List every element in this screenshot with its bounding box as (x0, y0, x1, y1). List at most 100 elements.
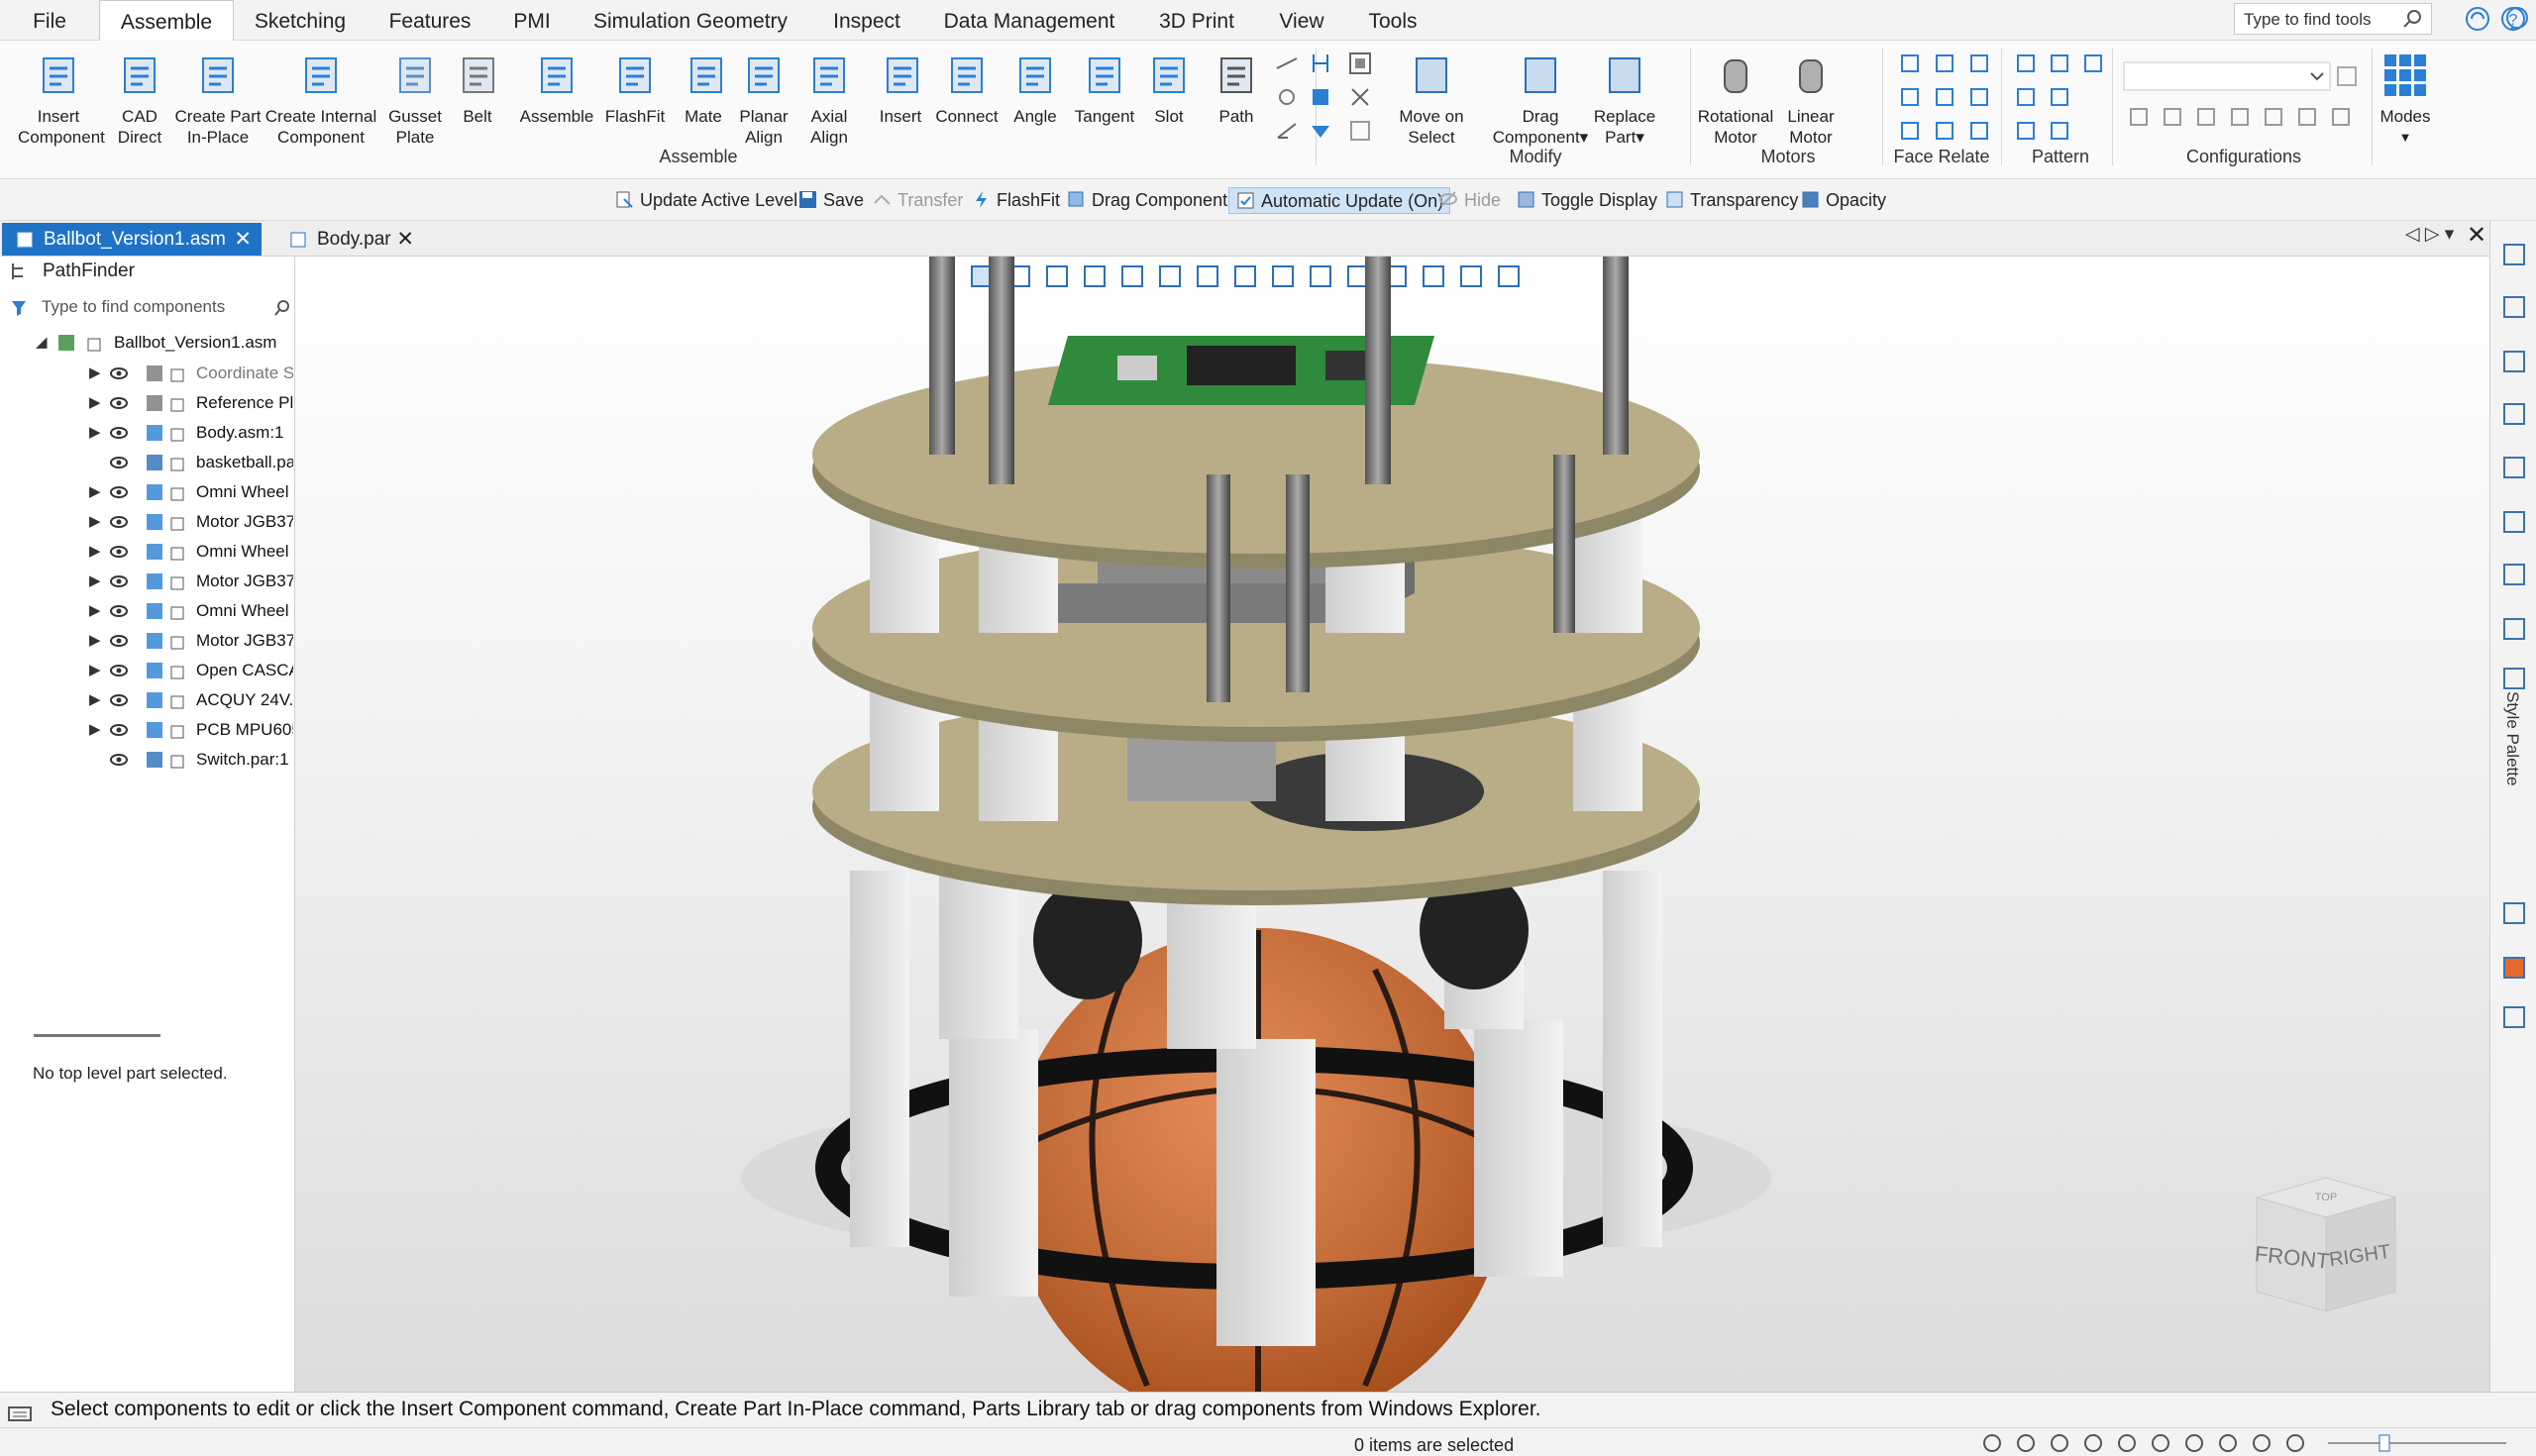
toggle-display-button[interactable]: Toggle Display (1516, 187, 1657, 214)
close-icon[interactable]: ✕ (396, 223, 414, 256)
opacity-button[interactable]: Opacity (1800, 187, 1886, 214)
eye-icon[interactable] (109, 544, 129, 560)
doc-tab-body[interactable]: Body.par ✕ (275, 223, 424, 256)
small-tool-icon[interactable] (1308, 84, 1333, 110)
close-icon[interactable]: ✕ (234, 223, 252, 256)
view-control-icon[interactable] (2150, 1432, 2171, 1454)
small-tool-icon[interactable] (1932, 84, 1957, 110)
expand-icon[interactable]: ▶ (89, 626, 101, 656)
menu-pmi[interactable]: PMI (493, 0, 571, 41)
gusset-plate-button[interactable]: Gusset Plate (386, 49, 444, 148)
axial-align-button[interactable]: Axial Align (798, 49, 860, 148)
small-tool-icon[interactable] (1274, 51, 1300, 76)
help-icon[interactable]: ? (2499, 5, 2527, 33)
expand-icon[interactable]: ▶ (89, 537, 101, 567)
eye-icon[interactable] (109, 692, 129, 708)
drag-component-button[interactable]: Drag Component▾ (1486, 49, 1595, 148)
view-control-icon[interactable] (2251, 1432, 2272, 1454)
eye-icon[interactable] (109, 722, 129, 738)
small-tool-icon[interactable] (2047, 51, 2072, 76)
assemble-button[interactable]: Assemble (517, 49, 596, 127)
app-icon[interactable] (2464, 5, 2491, 33)
linear-motor-button[interactable]: Linear Motor (1773, 49, 1849, 148)
modes-button[interactable]: Modes ▼ (2374, 49, 2437, 148)
update-active-level-button[interactable]: Update Active Level (614, 187, 797, 214)
style-palette-tab[interactable]: Style Palette (2502, 691, 2522, 785)
menu-features[interactable]: Features (367, 0, 493, 41)
connect-button[interactable]: Connect (929, 49, 1004, 127)
angle-button[interactable]: Angle (1006, 49, 1064, 127)
small-tool-icon[interactable] (1932, 51, 1957, 76)
expand-icon[interactable]: ▶ (89, 388, 101, 418)
expand-icon[interactable]: ▶ (89, 477, 101, 507)
collapse-icon[interactable]: ◢ (36, 328, 48, 358)
expand-icon[interactable]: ▶ (89, 656, 101, 685)
find-tools-input[interactable]: Type to find tools (2234, 3, 2432, 35)
eye-icon[interactable] (109, 365, 129, 381)
expand-icon[interactable]: ▶ (89, 715, 101, 745)
eye-icon[interactable] (109, 395, 129, 411)
hide-button[interactable]: Hide (1438, 187, 1501, 214)
view-cube[interactable]: FRONT RIGHT TOP (2237, 1153, 2435, 1331)
view-control-icon[interactable] (2183, 1432, 2205, 1454)
small-tool-icon[interactable] (2193, 104, 2219, 130)
search-icon[interactable] (273, 299, 291, 317)
rotational-motor-button[interactable]: Rotational Motor (1689, 49, 1782, 148)
eye-icon[interactable] (109, 514, 129, 530)
small-tool-icon[interactable] (2013, 118, 2039, 144)
configuration-options-icon[interactable] (2334, 63, 2360, 89)
menu-tools[interactable]: Tools (1345, 0, 1440, 41)
menu-data-management[interactable]: Data Management (923, 0, 1135, 41)
mate-button[interactable]: Mate (680, 49, 727, 127)
expand-icon[interactable]: ▶ (89, 418, 101, 448)
drag-component-command-button[interactable]: Drag Component (1066, 187, 1227, 214)
small-tool-icon[interactable] (1897, 84, 1923, 110)
eye-icon[interactable] (109, 425, 129, 441)
view-control-icon[interactable] (2116, 1432, 2138, 1454)
expand-icon[interactable]: ▶ (89, 359, 101, 388)
cad-direct-button[interactable]: CAD Direct (105, 49, 174, 148)
search-icon[interactable] (2401, 8, 2423, 30)
save-button[interactable]: Save (797, 187, 864, 214)
expand-icon[interactable]: ▶ (89, 596, 101, 626)
small-tool-icon[interactable] (2294, 104, 2320, 130)
side-panel-icon[interactable] (2500, 665, 2528, 692)
side-panel-icon[interactable] (2500, 293, 2528, 321)
eye-icon[interactable] (109, 663, 129, 678)
eye-icon[interactable] (109, 752, 129, 768)
transfer-button[interactable]: Transfer (872, 187, 963, 214)
small-tool-icon[interactable] (2013, 51, 2039, 76)
flashfit-button[interactable]: FlashFit (598, 49, 672, 127)
zoom-slider[interactable] (2318, 1432, 2516, 1454)
filter-icon[interactable] (10, 299, 28, 317)
eye-icon[interactable] (109, 455, 129, 470)
eye-icon[interactable] (109, 603, 129, 619)
expand-icon[interactable]: ▶ (89, 567, 101, 596)
small-tool-icon[interactable] (2047, 84, 2072, 110)
planar-align-button[interactable]: Planar Align (733, 49, 794, 148)
eye-icon[interactable] (109, 573, 129, 589)
menu-assemble[interactable]: Assemble (99, 0, 234, 42)
side-panel-icon[interactable] (2500, 561, 2528, 588)
eye-icon[interactable] (109, 633, 129, 649)
menu-sketching[interactable]: Sketching (234, 0, 367, 41)
view-control-icon[interactable] (2284, 1432, 2306, 1454)
assembly-model-view[interactable] (295, 257, 2489, 1392)
small-tool-icon[interactable] (2126, 104, 2152, 130)
menu-simulation-geometry[interactable]: Simulation Geometry (571, 0, 810, 41)
small-tool-icon[interactable] (1347, 118, 1373, 144)
small-tool-icon[interactable] (2047, 118, 2072, 144)
close-document-icon[interactable]: ✕ (2467, 221, 2486, 250)
small-tool-icon[interactable] (1274, 118, 1300, 144)
small-tool-icon[interactable] (2328, 104, 2354, 130)
small-tool-icon[interactable] (1966, 118, 1992, 144)
transparency-button[interactable]: Transparency (1664, 187, 1798, 214)
expand-icon[interactable]: ▶ (89, 685, 101, 715)
small-tool-icon[interactable] (1932, 118, 1957, 144)
view-control-icon[interactable] (2082, 1432, 2104, 1454)
small-tool-icon[interactable] (1897, 51, 1923, 76)
create-internal-component-button[interactable]: Create Internal Component (262, 49, 380, 148)
side-panel-icon[interactable] (2500, 1003, 2528, 1031)
view-cube-top-label[interactable]: TOP (2315, 1192, 2337, 1203)
small-tool-icon[interactable] (1966, 51, 1992, 76)
